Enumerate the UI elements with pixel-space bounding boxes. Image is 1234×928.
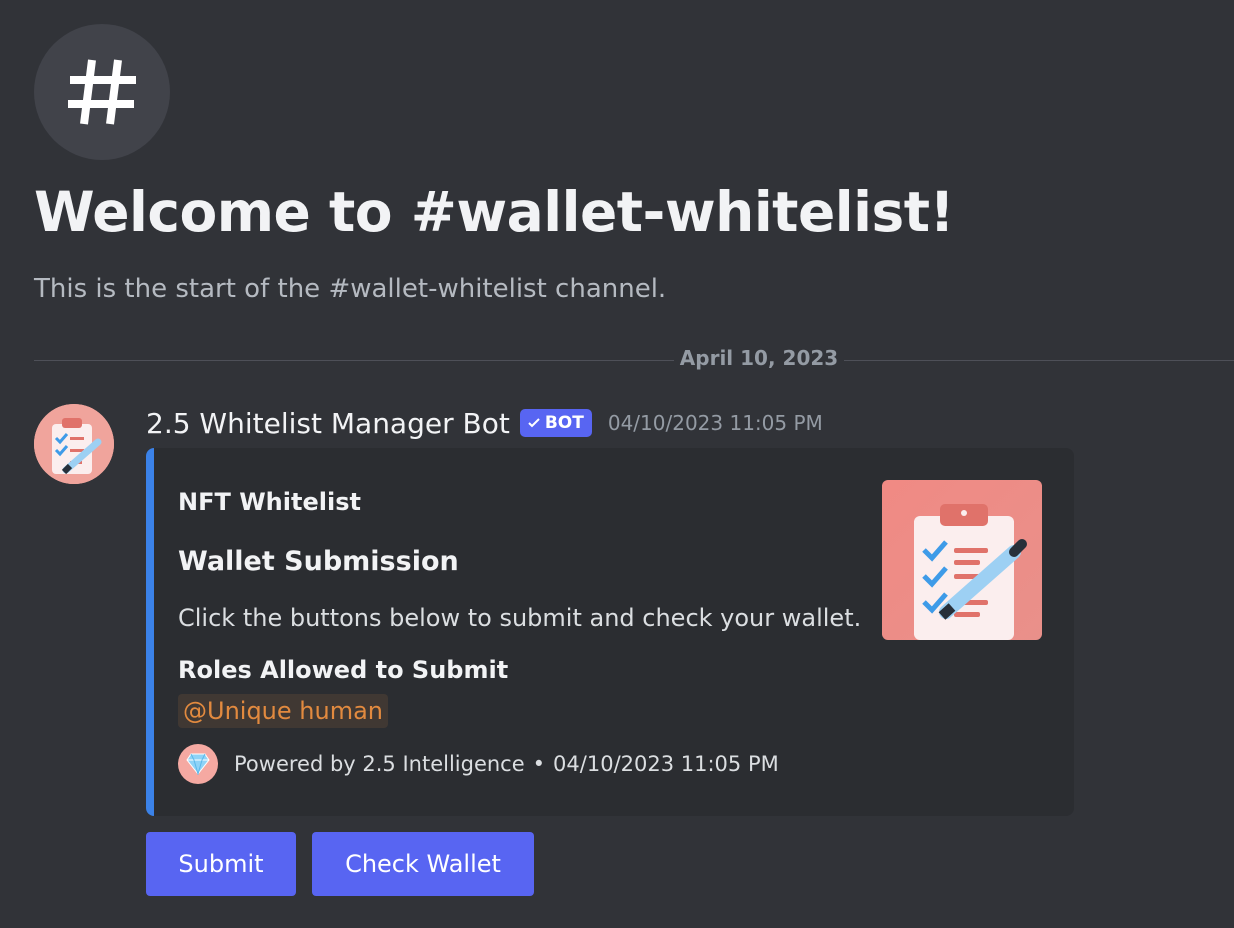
gem-icon xyxy=(186,753,210,775)
embed-footer: Powered by 2.5 Intelligence • 04/10/2023 1… xyxy=(178,744,779,784)
message-header: 2.5 Whitelist Manager Bot BOT 04/10/2023… xyxy=(146,403,823,443)
role-mention[interactable]: @Unique human xyxy=(178,694,389,728)
footer-timestamp: 04/10/2023 11:05 PM xyxy=(553,752,779,776)
bot-badge: BOT xyxy=(519,409,592,437)
date-divider: April 10, 2023 xyxy=(679,346,839,370)
bot-badge-label: BOT xyxy=(544,413,584,433)
footer-label: Powered by 2.5 Intelligence xyxy=(234,752,525,776)
embed-thumbnail[interactable] xyxy=(882,480,1042,640)
date-divider-line-right xyxy=(844,360,1234,361)
message-timestamp: 04/10/2023 11:05 PM xyxy=(607,411,823,435)
channel-welcome-subtitle: This is the start of the #wallet-whiteli… xyxy=(34,274,667,304)
bot-avatar[interactable] xyxy=(34,404,114,484)
footer-icon xyxy=(178,744,218,784)
channel-welcome-title: Welcome to #wallet-whitelist! xyxy=(34,180,955,244)
submit-button[interactable]: Submit xyxy=(146,832,296,896)
checkmark-icon xyxy=(528,418,540,428)
hash-icon xyxy=(68,59,136,125)
message-embed: NFT Whitelist Wallet Submission Click th… xyxy=(146,448,1074,816)
embed-accent-bar xyxy=(146,448,154,816)
embed-footer-text: Powered by 2.5 Intelligence • 04/10/2023 1… xyxy=(234,752,779,776)
embed-author: NFT Whitelist xyxy=(178,488,361,516)
check-wallet-button[interactable]: Check Wallet xyxy=(312,832,534,896)
clipboard-checklist-icon xyxy=(882,480,1042,640)
embed-title: Wallet Submission xyxy=(178,546,459,577)
embed-description: Click the buttons below to submit and ch… xyxy=(178,604,862,632)
clipboard-checklist-icon xyxy=(34,404,114,484)
footer-separator: • xyxy=(532,752,546,776)
channel-icon xyxy=(34,24,170,160)
author-name[interactable]: 2.5 Whitelist Manager Bot xyxy=(146,407,510,440)
date-divider-line-left xyxy=(34,360,674,361)
embed-field-name: Roles Allowed to Submit xyxy=(178,656,509,684)
